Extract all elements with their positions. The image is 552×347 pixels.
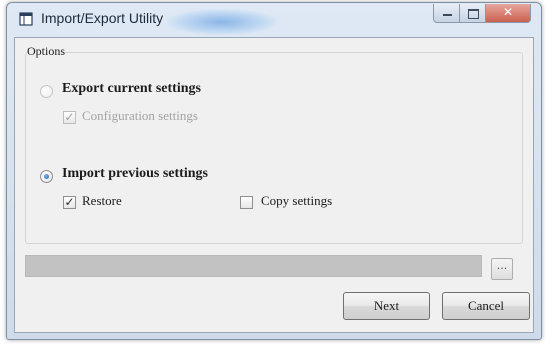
copy-settings-label: Copy settings xyxy=(261,193,333,208)
maximize-button[interactable] xyxy=(460,4,486,23)
dialog-client-area: Options Export current settings ✓ Config… xyxy=(14,37,534,333)
import-previous-settings-radio[interactable] xyxy=(40,170,53,183)
window-title: Import/Export Utility xyxy=(41,10,164,26)
title-glow xyxy=(167,9,277,35)
configuration-settings-label: Configuration settings xyxy=(82,108,198,123)
path-field[interactable] xyxy=(25,255,482,277)
minimize-icon xyxy=(443,14,452,16)
browse-button[interactable]: ... xyxy=(491,258,513,280)
cancel-button[interactable]: Cancel xyxy=(442,292,530,320)
export-current-settings-radio[interactable] xyxy=(40,85,53,98)
caption-buttons: ✕ xyxy=(433,4,531,24)
copy-settings-checkbox[interactable] xyxy=(240,196,253,209)
document-window-icon xyxy=(19,12,33,26)
title-bar[interactable]: Import/Export Utility ✕ xyxy=(7,3,541,37)
options-group-label: Options xyxy=(27,44,66,59)
maximize-icon xyxy=(468,9,479,19)
minimize-button[interactable] xyxy=(433,4,460,23)
close-icon: ✕ xyxy=(502,5,514,19)
next-button[interactable]: Next xyxy=(343,292,430,320)
import-export-window: Import/Export Utility ✕ Options Export c… xyxy=(6,2,542,340)
export-current-settings-label: Export current settings xyxy=(62,81,201,96)
checkmark-icon: ✓ xyxy=(64,195,75,209)
checkmark-icon: ✓ xyxy=(64,110,75,124)
restore-label: Restore xyxy=(82,193,122,208)
configuration-settings-checkbox[interactable]: ✓ xyxy=(63,110,76,124)
import-previous-settings-label: Import previous settings xyxy=(62,166,208,181)
close-button[interactable]: ✕ xyxy=(486,4,531,23)
restore-checkbox[interactable]: ✓ xyxy=(63,195,76,209)
